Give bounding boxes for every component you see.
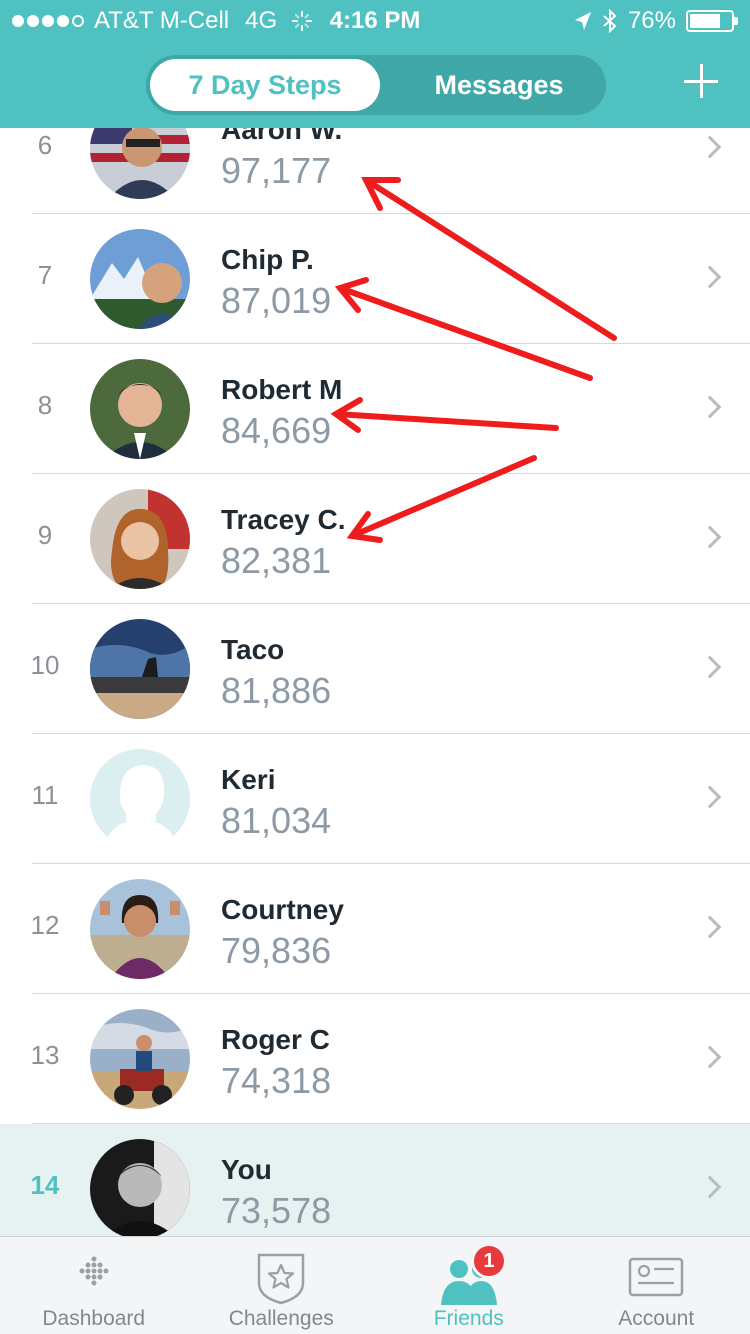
step-count: 84,669 — [221, 410, 332, 451]
bluetooth-icon — [603, 9, 617, 33]
step-count: 82,381 — [221, 540, 332, 581]
avatar — [90, 879, 190, 979]
tab-label: Account — [618, 1307, 695, 1330]
tab-bar: Dashboard Challenges 1 Friends Account — [0, 1236, 750, 1334]
segment-7-day-steps[interactable]: 7 Day Steps — [150, 59, 380, 111]
step-count: 97,177 — [221, 150, 332, 191]
chevron-right-icon — [698, 395, 722, 419]
segment-messages[interactable]: Messages — [396, 59, 602, 111]
notification-badge: 1 — [471, 1243, 507, 1279]
tab-label: Dashboard — [42, 1307, 146, 1330]
friend-name: You — [221, 1154, 272, 1185]
friend-name: Robert M — [221, 374, 343, 405]
leaderboard-row[interactable]: 9 Tracey C. 82,381 — [0, 474, 750, 604]
rank-number: 13 — [30, 1040, 60, 1070]
chevron-right-icon — [698, 1175, 722, 1199]
friend-name: Taco — [221, 634, 285, 665]
avatar — [90, 359, 190, 459]
fitbit-dots-icon — [79, 1256, 109, 1286]
avatar — [90, 619, 190, 719]
id-card-icon — [629, 1257, 684, 1297]
avatar — [90, 749, 190, 849]
step-count: 73,578 — [221, 1190, 332, 1231]
add-friend-icon[interactable] — [682, 62, 720, 100]
chevron-right-icon — [698, 1045, 722, 1069]
rank-number: 12 — [30, 910, 60, 940]
segmented-control: 7 Day Steps Messages — [146, 55, 606, 115]
chevron-right-icon — [698, 785, 722, 809]
chevron-right-icon — [698, 655, 722, 679]
current-user-row[interactable]: 14 You 73,578 — [0, 1124, 750, 1254]
rank-number: 8 — [37, 390, 53, 420]
rank-number: 10 — [30, 650, 60, 680]
status-right: 76% — [574, 7, 738, 35]
tab-friends[interactable]: 1 Friends — [375, 1237, 563, 1334]
star-badge-icon — [258, 1253, 305, 1305]
tab-challenges[interactable]: Challenges — [188, 1237, 376, 1334]
step-count: 81,034 — [221, 800, 332, 841]
leaderboard-row[interactable]: 10 Taco 81,886 — [0, 604, 750, 734]
status-bar: AT&T M-Cell 4G 4:16 PM 76% — [0, 0, 750, 40]
step-count: 81,886 — [221, 670, 332, 711]
leaderboard-row[interactable]: 8 Robert M 84,669 — [0, 344, 750, 474]
friend-name: Chip P. — [221, 244, 314, 275]
friend-name: Roger C — [221, 1024, 330, 1055]
leaderboard-row[interactable]: 13 Roger C 74,318 — [0, 994, 750, 1124]
step-count: 79,836 — [221, 930, 332, 971]
rank-number: 7 — [37, 260, 53, 290]
friend-name: Courtney — [221, 894, 344, 925]
tab-dashboard[interactable]: Dashboard — [0, 1237, 188, 1334]
avatar — [90, 489, 190, 589]
chevron-right-icon — [698, 915, 722, 939]
rank-number: 11 — [31, 780, 59, 810]
leaderboard-row[interactable]: 12 Courtney 79,836 — [0, 864, 750, 994]
tab-label: Friends — [433, 1307, 504, 1330]
app-header: AT&T M-Cell 4G 4:16 PM 76% 7 Day Steps M… — [0, 0, 750, 128]
tab-account[interactable]: Account — [563, 1237, 750, 1334]
leaderboard-list: 6 Aaron W. 97,177 7 Chip P. 87,019 8 Rob… — [0, 84, 750, 1254]
chevron-right-icon — [698, 265, 722, 289]
step-count: 87,019 — [221, 280, 332, 321]
avatar — [90, 1139, 190, 1239]
friend-name: Keri — [221, 764, 276, 795]
rank-number: 14 — [30, 1170, 60, 1200]
rank-number: 9 — [37, 520, 53, 550]
battery-percent: 76% — [627, 7, 676, 34]
location-arrow-icon — [574, 12, 591, 30]
rank-number: 6 — [37, 130, 53, 160]
leaderboard-row[interactable]: 11 Keri 81,034 — [0, 734, 750, 864]
chevron-right-icon — [698, 525, 722, 549]
step-count: 74,318 — [221, 1060, 332, 1101]
battery-fill — [690, 14, 721, 28]
chevron-right-icon — [698, 135, 722, 159]
friend-name: Tracey C. — [221, 504, 346, 535]
avatar — [90, 229, 190, 329]
battery-icon — [686, 10, 738, 32]
tab-label: Challenges — [228, 1307, 334, 1330]
avatar — [90, 1009, 190, 1109]
leaderboard-row[interactable]: 7 Chip P. 87,019 — [0, 214, 750, 344]
